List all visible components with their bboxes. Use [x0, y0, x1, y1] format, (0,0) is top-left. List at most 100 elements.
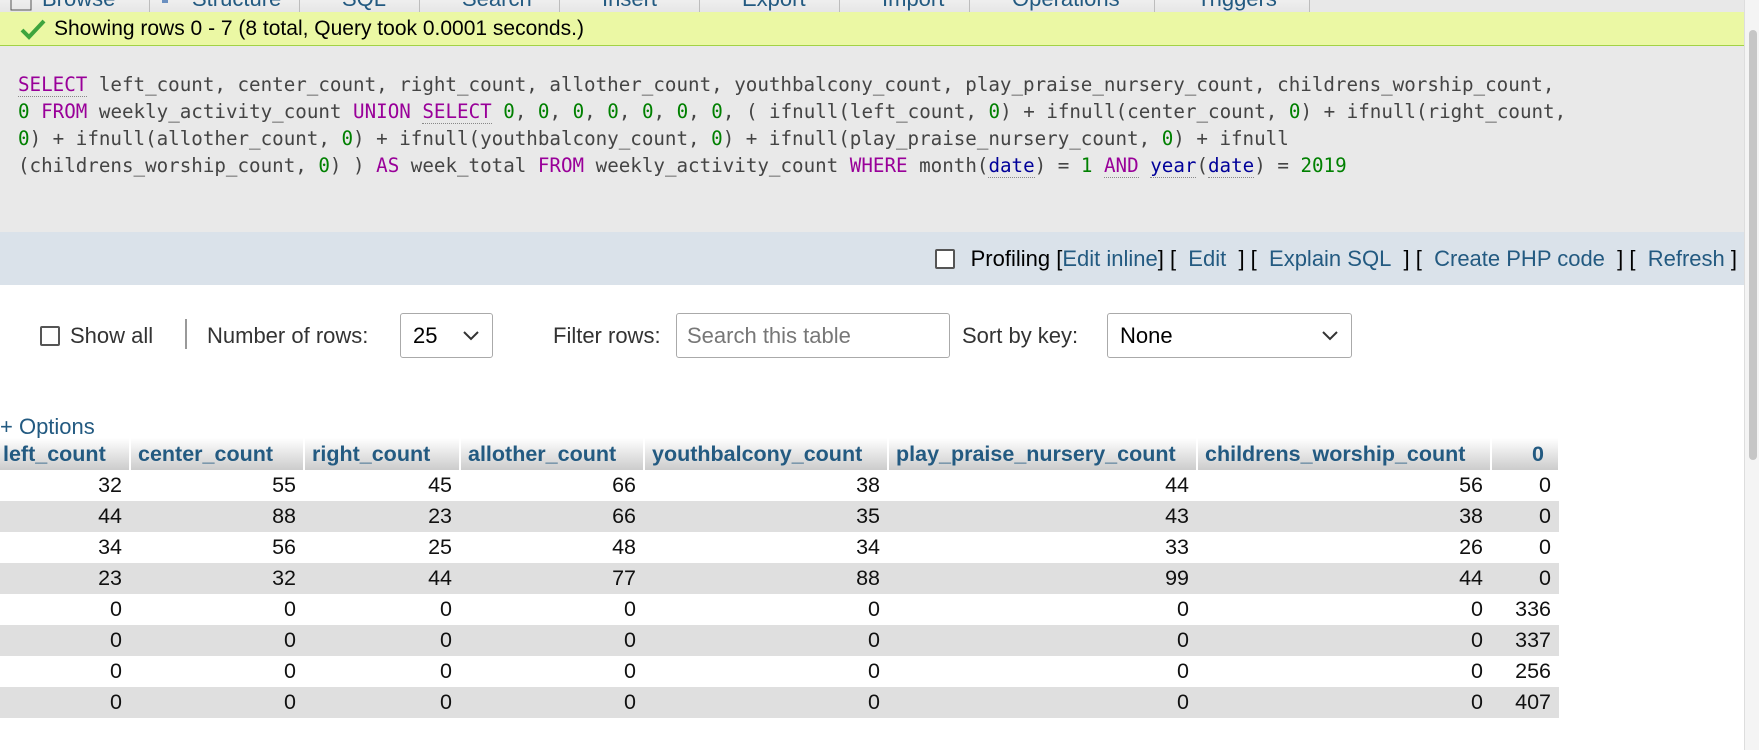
query-tools-bar: Profiling [Edit inline] [ Edit ] [ Expla… — [0, 232, 1745, 285]
options-link[interactable]: + Options — [0, 414, 95, 440]
table-header-row: left_count center_count right_count allo… — [0, 438, 1560, 470]
table-cell: 26 — [1197, 532, 1491, 563]
insert-icon — [570, 0, 592, 7]
table-cell: 32 — [130, 563, 304, 594]
refresh-link[interactable]: Refresh — [1648, 246, 1725, 272]
table-cell: 0 — [460, 625, 644, 656]
column-header-childrens-worship-count[interactable]: childrens_worship_count — [1197, 438, 1492, 470]
show-all-checkbox[interactable] — [40, 325, 60, 346]
table-cell: 0 — [0, 625, 130, 656]
table-cell: 56 — [130, 532, 304, 563]
edit-inline-link[interactable]: Edit inline — [1062, 246, 1157, 272]
show-all-label: Show all — [70, 322, 154, 348]
table-row[interactable]: 0 0 0 0 0 0 0 337 — [0, 625, 1559, 656]
table-cell: 0 — [130, 656, 304, 687]
table-cell: 0 — [130, 625, 304, 656]
table-cell: 0 — [644, 594, 888, 625]
table-cell: 337 — [1491, 625, 1559, 656]
table-cell: 44 — [1197, 563, 1491, 594]
column-header-youthbalcony-count[interactable]: youthbalcony_count — [644, 438, 889, 470]
table-cell: 407 — [1491, 687, 1559, 718]
column-header-left-count[interactable]: left_count — [0, 438, 131, 470]
table-cell: 25 — [304, 532, 460, 563]
table-cell: 0 — [644, 625, 888, 656]
column-header-allother-count[interactable]: allother_count — [460, 438, 645, 470]
table-cell: 0 — [460, 656, 644, 687]
table-cell: 0 — [644, 656, 888, 687]
table-icon — [10, 0, 32, 11]
table-cell: 44 — [0, 501, 130, 532]
table-cell: 256 — [1491, 656, 1559, 687]
table-cell: 0 — [304, 656, 460, 687]
table-cell: 0 — [130, 687, 304, 718]
table-row[interactable]: 32 55 45 66 38 44 56 0 — [0, 470, 1559, 501]
table-cell: 0 — [1197, 687, 1491, 718]
table-cell: 66 — [460, 501, 644, 532]
column-header-zero[interactable]: 0 — [1491, 438, 1560, 470]
sql-query: SELECT left_count, center_count, right_c… — [0, 46, 1745, 232]
sql-line: SELECT left_count, center_count, right_c… — [18, 73, 1555, 97]
table-cell: 0 — [460, 687, 644, 718]
scrollbar-thumb[interactable] — [1749, 30, 1757, 460]
table-cell: 0 — [1197, 625, 1491, 656]
table-cell: 0 — [130, 594, 304, 625]
table-navigation: Show all Number of rows: 25 Filter rows:… — [0, 313, 1745, 358]
table-row[interactable]: 23 32 44 77 88 99 44 0 — [0, 563, 1559, 594]
explain-sql-link[interactable]: Explain SQL — [1269, 246, 1391, 272]
search-icon — [430, 0, 452, 7]
table-cell: 0 — [1197, 656, 1491, 687]
number-of-rows-value: 25 — [413, 322, 438, 348]
table-cell: 32 — [0, 470, 130, 501]
table-cell: 34 — [0, 532, 130, 563]
table-cell: 23 — [304, 501, 460, 532]
edit-link[interactable]: Edit — [1188, 246, 1226, 272]
column-header-play-praise-nursery-count[interactable]: play_praise_nursery_count — [888, 438, 1198, 470]
table-row[interactable]: 34 56 25 48 34 33 26 0 — [0, 532, 1559, 563]
table-cell: 66 — [460, 470, 644, 501]
table-cell: 0 — [460, 594, 644, 625]
divider — [185, 319, 187, 349]
table-cell: 0 — [304, 625, 460, 656]
structure-icon — [160, 0, 182, 7]
table-cell: 0 — [1491, 470, 1559, 501]
profiling-checkbox[interactable] — [934, 248, 955, 269]
sort-by-key-select[interactable]: None — [1107, 313, 1352, 358]
success-text: Showing rows 0 - 7 (8 total, Query took … — [54, 16, 584, 40]
table-cell: 0 — [1197, 594, 1491, 625]
show-all-control[interactable]: Show all — [40, 313, 153, 358]
sql-line: (childrens_worship_count, 0) ) AS week_t… — [18, 154, 1347, 178]
table-cell: 0 — [888, 687, 1197, 718]
table-cell: 0 — [888, 625, 1197, 656]
sql-line-1-rest: left_count, center_count, right_count, a… — [98, 73, 1555, 96]
sort-by-key-value: None — [1120, 322, 1173, 348]
vertical-scrollbar[interactable] — [1744, 0, 1759, 750]
table-cell: 0 — [0, 687, 130, 718]
chevron-down-icon — [1322, 331, 1338, 341]
table-row[interactable]: 0 0 0 0 0 0 0 256 — [0, 656, 1559, 687]
table-row[interactable]: 0 0 0 0 0 0 0 407 — [0, 687, 1559, 718]
column-header-center-count[interactable]: center_count — [130, 438, 305, 470]
table-cell: 34 — [644, 532, 888, 563]
table-cell: 38 — [644, 470, 888, 501]
table-cell: 56 — [1197, 470, 1491, 501]
table-cell: 44 — [888, 470, 1197, 501]
check-icon — [20, 19, 46, 40]
table-cell: 55 — [130, 470, 304, 501]
table-cell: 0 — [0, 594, 130, 625]
column-header-right-count[interactable]: right_count — [304, 438, 461, 470]
table-row[interactable]: 0 0 0 0 0 0 0 336 — [0, 594, 1559, 625]
table-cell: 0 — [304, 687, 460, 718]
table-cell: 336 — [1491, 594, 1559, 625]
table-cell: 0 — [304, 594, 460, 625]
create-php-code-link[interactable]: Create PHP code — [1434, 246, 1605, 272]
table-cell: 0 — [1491, 532, 1559, 563]
filter-rows-input[interactable] — [676, 313, 950, 358]
triggers-icon — [1165, 0, 1187, 7]
number-of-rows-select[interactable]: 25 — [400, 313, 493, 358]
table-row[interactable]: 44 88 23 66 35 43 38 0 — [0, 501, 1559, 532]
sort-by-key-label: Sort by key: — [962, 322, 1079, 348]
table-cell: 23 — [0, 563, 130, 594]
number-of-rows-label: Number of rows: — [207, 322, 369, 348]
sql-line: 0) + ifnull(allother_count, 0) + ifnull(… — [18, 127, 1289, 150]
wrench-icon — [980, 0, 1002, 7]
